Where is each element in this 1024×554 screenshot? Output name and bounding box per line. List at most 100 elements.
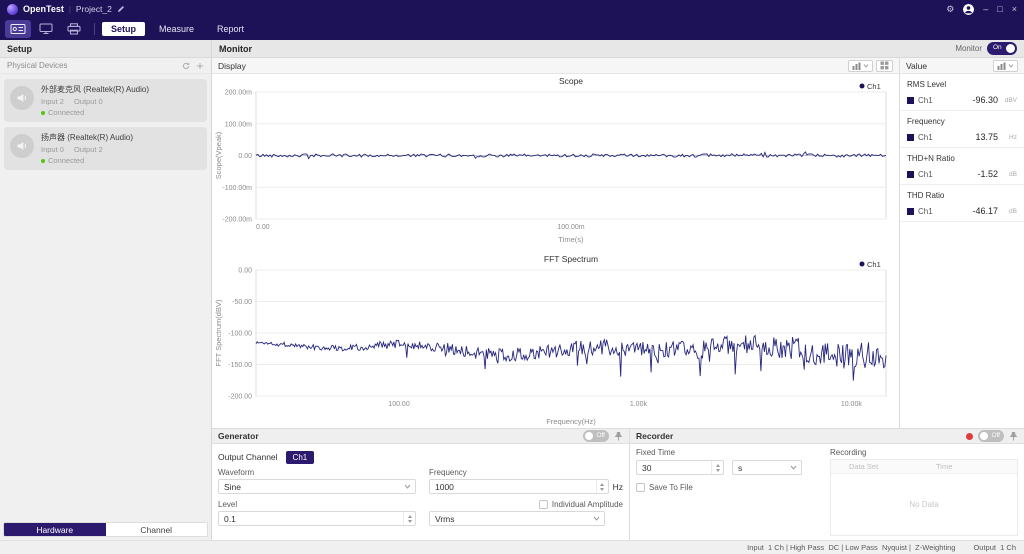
tab-setup[interactable]: Setup — [102, 22, 145, 36]
setup-panel-title: Setup — [0, 40, 211, 58]
value-display-dropdown[interactable] — [993, 60, 1018, 72]
connected-dot — [41, 159, 45, 163]
tab-report[interactable]: Report — [208, 22, 253, 36]
channel-color-swatch — [907, 171, 914, 178]
pin-icon[interactable] — [614, 431, 623, 441]
chevron-down-icon — [1008, 64, 1014, 68]
opentest-logo-icon — [7, 4, 18, 15]
svg-text:100.00m: 100.00m — [225, 121, 252, 128]
monitor-toggle[interactable]: On — [987, 42, 1017, 55]
physical-devices-label: Physical Devices — [7, 61, 67, 70]
svg-text:0.00: 0.00 — [238, 153, 252, 160]
metric-thdn-ratio: THD+N Ratio Ch1 -1.52 dB — [900, 148, 1024, 185]
level-label: Level — [218, 500, 416, 509]
connected-dot — [41, 111, 45, 115]
hardware-view-icon[interactable] — [5, 20, 31, 38]
output-channel-label: Output Channel — [218, 452, 278, 462]
device-card-microphone[interactable]: 外部麦克风 (Realtek(R) Audio) Input 2Output 0… — [4, 79, 207, 122]
setup-sidebar: Setup Physical Devices — [0, 40, 212, 540]
generator-title: Generator — [218, 431, 259, 441]
recorder-header: Recorder Off — [630, 429, 1024, 444]
monitor-view-icon[interactable] — [33, 20, 59, 38]
settings-gear-icon[interactable]: ⚙ — [946, 5, 954, 14]
svg-text:FFT Spectrum(dBV): FFT Spectrum(dBV) — [214, 299, 223, 366]
titlebar: OpenTest | Project_2 ⚙ – □ × — [0, 0, 1024, 18]
project-name: Project_2 — [76, 4, 112, 14]
tab-measure[interactable]: Measure — [150, 22, 203, 36]
level-stepper[interactable] — [403, 512, 415, 525]
svg-text:-100.00m: -100.00m — [222, 185, 252, 192]
svg-text:-150.00: -150.00 — [228, 362, 252, 369]
fixed-time-input[interactable]: 30 — [636, 460, 724, 475]
svg-text:FFT Spectrum: FFT Spectrum — [544, 254, 598, 264]
scope-chart: ScopeCh1200.00m100.00m0.00-100.00m-200.0… — [212, 74, 899, 246]
frequency-label: Frequency — [429, 468, 623, 477]
statusbar: Input 1 Ch | High Pass DC | Low Pass Nyq… — [0, 540, 1024, 554]
refresh-devices-icon[interactable] — [182, 62, 190, 70]
svg-text:Ch1: Ch1 — [867, 82, 881, 91]
waveform-select[interactable]: Sine — [218, 479, 416, 494]
monitor-toggle-label: Monitor — [955, 44, 982, 53]
svg-text:-200.00: -200.00 — [228, 394, 252, 401]
channel-color-swatch — [907, 208, 914, 215]
recording-label: Recording — [830, 448, 1018, 457]
input-status-text: Input 1 Ch | High Pass DC | Low Pass Nyq… — [747, 543, 955, 552]
maximize-button[interactable]: □ — [997, 5, 1002, 14]
minimize-button[interactable]: – — [983, 5, 988, 14]
titlebar-separator: | — [69, 5, 71, 14]
channel-color-swatch — [907, 134, 914, 141]
frequency-unit-label: Hz — [613, 482, 623, 492]
display-panel: Display ScopeCh1200.00m100.00 — [212, 58, 900, 428]
chevron-down-icon — [790, 465, 797, 470]
channel-color-swatch — [907, 97, 914, 104]
sidebar-footer-tabs: Hardware Channel — [3, 522, 208, 537]
display-header: Display — [212, 58, 899, 74]
device-name: 扬声器 (Realtek(R) Audio) — [41, 132, 133, 143]
svg-text:Time(s): Time(s) — [558, 235, 584, 244]
layout-grid-icon[interactable] — [876, 60, 893, 72]
chevron-down-icon — [863, 64, 869, 68]
svg-text:0.00: 0.00 — [256, 224, 270, 231]
time-unit-select[interactable]: s — [732, 460, 802, 475]
value-panel: Value RMS Level Ch1 -96.30 dBV — [900, 58, 1024, 428]
svg-text:-50.00: -50.00 — [232, 299, 252, 306]
pin-icon[interactable] — [1009, 431, 1018, 441]
recorder-toggle[interactable]: Off — [978, 430, 1004, 442]
fixed-time-stepper[interactable] — [711, 461, 723, 474]
level-input[interactable]: 0.1 — [218, 511, 416, 526]
device-card-speaker[interactable]: 扬声器 (Realtek(R) Audio) Input 0Output 2 C… — [4, 127, 207, 170]
monitor-area: Monitor Monitor On Display — [212, 40, 1024, 540]
monitor-header: Monitor Monitor On — [212, 40, 1024, 58]
tab-channel[interactable]: Channel — [106, 523, 208, 536]
menubar: Setup Measure Report — [0, 18, 1024, 40]
individual-amplitude-checkbox[interactable] — [539, 500, 548, 509]
tab-hardware[interactable]: Hardware — [4, 523, 106, 536]
generator-panel: Generator Off Output Channel — [212, 429, 630, 540]
recorder-panel: Recorder Off Fixe — [630, 429, 1024, 540]
value-title: Value — [906, 61, 927, 71]
recording-table-header: Data Set Time — [831, 460, 1017, 474]
svg-text:-100.00: -100.00 — [228, 331, 252, 338]
add-device-icon[interactable] — [196, 62, 204, 70]
recorder-title: Recorder — [636, 431, 673, 441]
physical-devices-header: Physical Devices — [0, 58, 211, 74]
frequency-input[interactable]: 1000 — [429, 479, 609, 494]
edit-project-icon[interactable] — [117, 5, 125, 13]
report-view-icon[interactable] — [61, 20, 87, 38]
frequency-stepper[interactable] — [596, 480, 608, 493]
app-name: OpenTest — [23, 4, 64, 14]
chevron-down-icon — [404, 484, 411, 489]
app-window: OpenTest | Project_2 ⚙ – □ × — [0, 0, 1024, 554]
chart-type-dropdown[interactable] — [848, 60, 873, 72]
output-channel-ch1-button[interactable]: Ch1 — [286, 451, 315, 464]
value-header: Value — [900, 58, 1024, 74]
user-avatar[interactable] — [963, 4, 974, 15]
device-list: 外部麦克风 (Realtek(R) Audio) Input 2Output 0… — [0, 74, 211, 519]
chevron-down-icon — [593, 516, 600, 521]
device-status: Connected — [41, 108, 149, 117]
close-button[interactable]: × — [1012, 5, 1017, 14]
level-unit-select[interactable]: Vrms — [429, 511, 605, 526]
save-to-file-checkbox[interactable] — [636, 483, 645, 492]
generator-toggle[interactable]: Off — [583, 430, 609, 442]
svg-text:100.00m: 100.00m — [557, 224, 584, 231]
